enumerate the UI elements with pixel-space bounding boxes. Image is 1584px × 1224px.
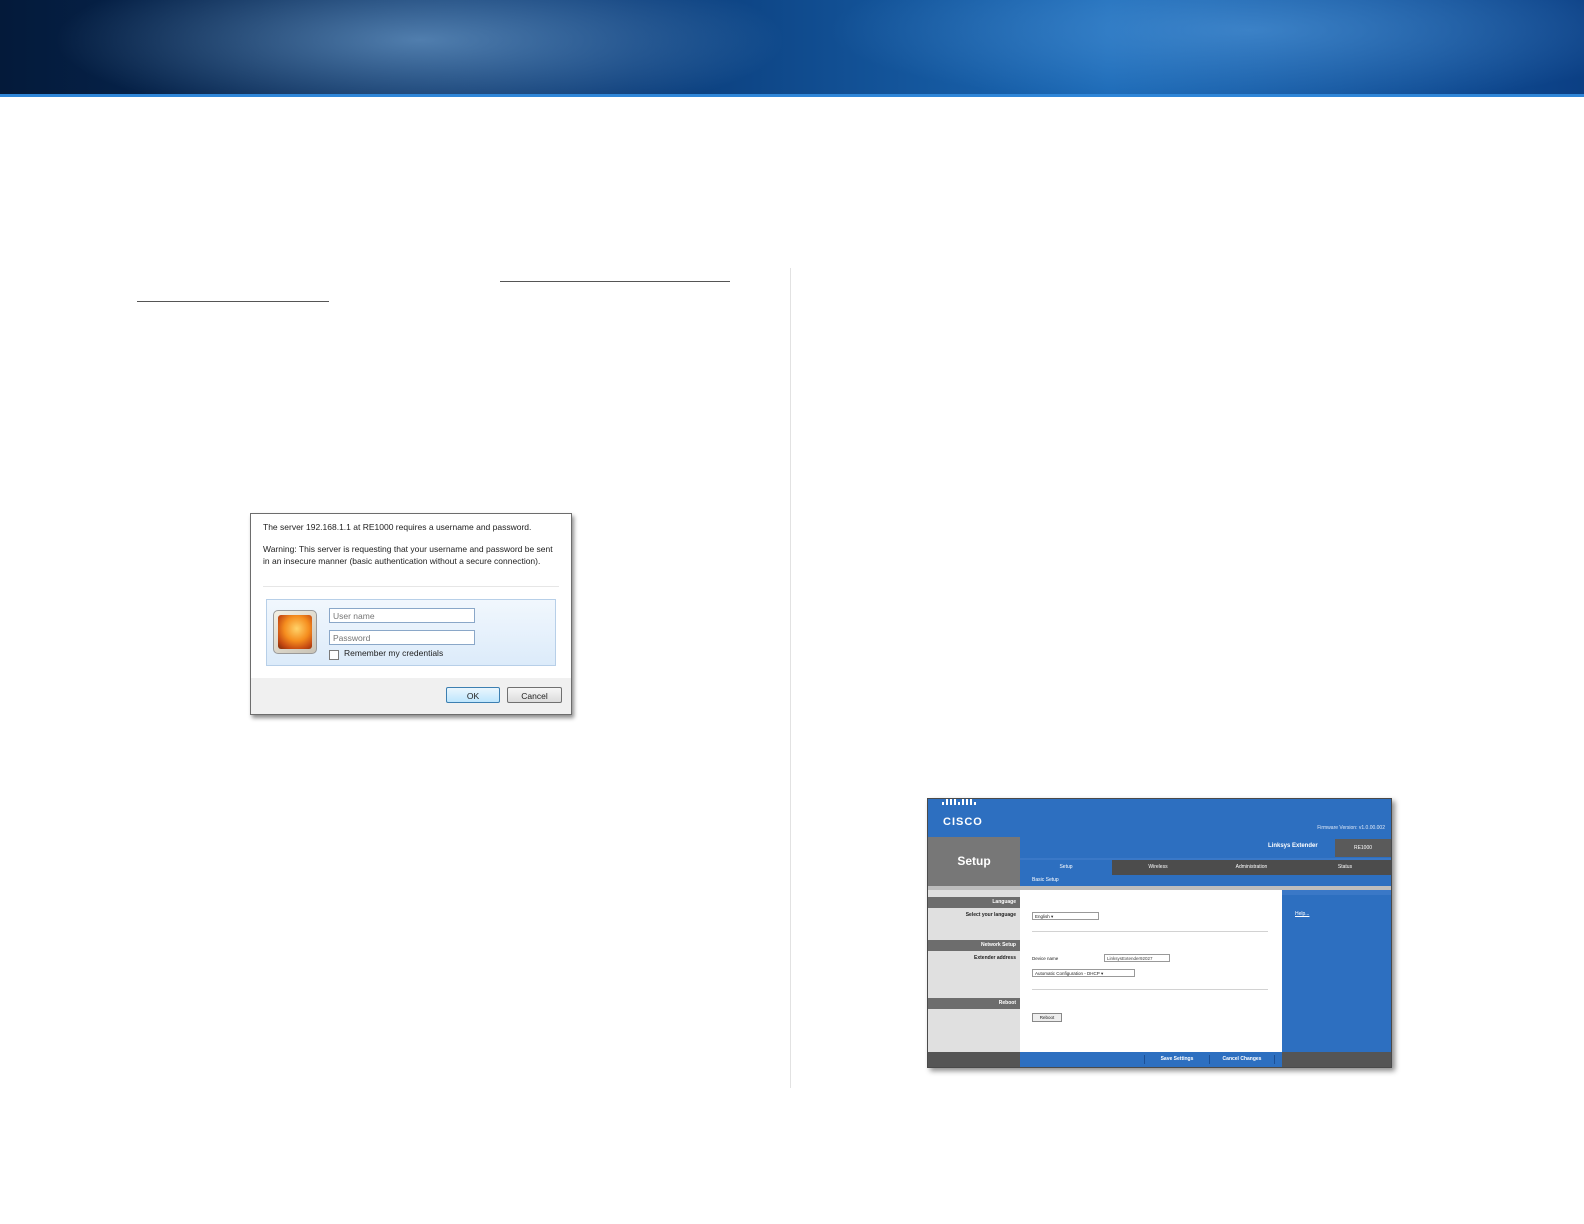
login-message: The server 192.168.1.1 at RE1000 require…: [263, 522, 532, 532]
content-divider: [1032, 931, 1268, 932]
credentials-panel: Remember my credentials: [266, 599, 556, 666]
section-reboot: Reboot: [928, 998, 1020, 1009]
extender-address-label: Extender address: [974, 955, 1016, 961]
section-network-setup: Network Setup: [928, 940, 1020, 951]
tab-setup[interactable]: Setup: [1020, 860, 1112, 875]
router-setup-screenshot: CISCO Firmware Version: v1.0.00.002 Setu…: [927, 798, 1392, 1068]
login-dialog: The server 192.168.1.1 at RE1000 require…: [250, 513, 572, 715]
header-banner: [0, 0, 1584, 96]
router-header: [928, 799, 1391, 837]
cancel-changes-button[interactable]: Cancel Changes: [1209, 1055, 1275, 1064]
user-avatar-icon: [273, 610, 317, 654]
product-name: Linksys Extender: [1268, 843, 1318, 849]
subtab-basic-setup[interactable]: Basic Setup: [1032, 877, 1059, 883]
remember-label: Remember my credentials: [344, 648, 444, 658]
help-link[interactable]: Help...: [1295, 911, 1309, 917]
product-model: RE1000: [1335, 839, 1391, 857]
router-help-panel: [1282, 895, 1391, 1067]
select-language-label: Select your language: [965, 912, 1016, 918]
password-field[interactable]: [329, 630, 475, 645]
tab-administration[interactable]: Administration: [1204, 860, 1299, 875]
save-settings-button[interactable]: Save Settings: [1144, 1055, 1210, 1064]
firmware-version: Firmware Version: v1.0.00.002: [1317, 825, 1385, 831]
login-warning: Warning: This server is requesting that …: [263, 544, 553, 566]
column-divider: [790, 268, 791, 1088]
hyperlink-underline-continued[interactable]: [137, 301, 329, 302]
hyperlink-underline[interactable]: [500, 281, 730, 282]
device-name-label: Device name: [1032, 956, 1059, 961]
dialog-footer: OK Cancel: [251, 678, 571, 714]
ok-button[interactable]: OK: [446, 687, 500, 703]
language-select[interactable]: English ▾: [1032, 912, 1099, 920]
cisco-wordmark: CISCO: [943, 816, 983, 828]
reboot-button[interactable]: Reboot: [1032, 1013, 1062, 1022]
section-language: Language: [928, 897, 1020, 908]
tab-status[interactable]: Status: [1299, 860, 1391, 875]
header-banner-edge: [0, 94, 1584, 97]
router-page-title: Setup: [928, 837, 1020, 886]
username-field[interactable]: [329, 608, 475, 623]
content-divider-2: [1032, 989, 1268, 990]
configuration-select[interactable]: Automatic Configuration - DHCP ▾: [1032, 969, 1135, 977]
cancel-button[interactable]: Cancel: [507, 687, 562, 703]
device-name-field[interactable]: LinksysExtender92027: [1104, 954, 1170, 962]
subtab-bar: [1020, 875, 1391, 886]
remember-checkbox[interactable]: [329, 650, 339, 660]
tab-wireless[interactable]: Wireless: [1112, 860, 1204, 875]
dialog-divider: [263, 586, 559, 587]
